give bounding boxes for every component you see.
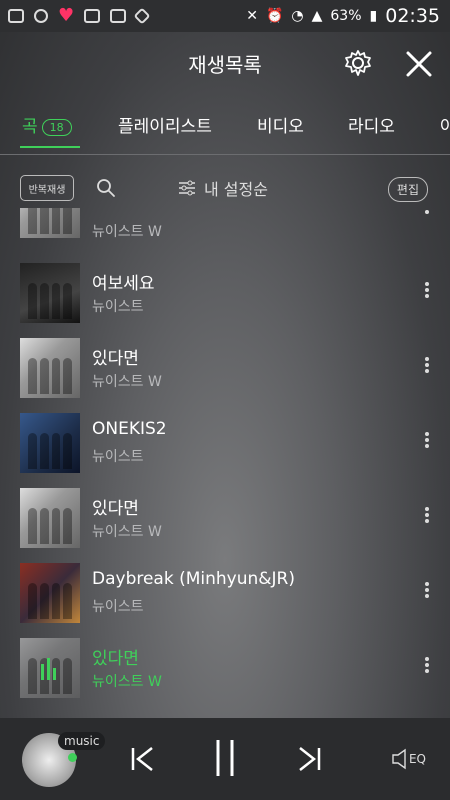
- clock: 02:35: [385, 5, 440, 27]
- app-tag: music: [58, 732, 106, 750]
- song-artist: 뉴이스트: [92, 449, 144, 465]
- song-title: 있다면: [92, 649, 139, 669]
- song-title: 여보세요: [92, 274, 155, 294]
- song-list: 뉴이스트 W 여보세요 뉴이스트 있다면 뉴이스트 W ONEKIS2 뉴이스트…: [0, 208, 450, 718]
- song-artist: 뉴이스트 W: [92, 674, 162, 690]
- speaker-icon: [392, 748, 406, 770]
- album-art: [20, 413, 80, 473]
- signal-icon: ▲: [311, 8, 323, 24]
- next-icon[interactable]: [294, 744, 324, 774]
- eq-label: EQ: [408, 752, 426, 766]
- active-tab-indicator: [20, 146, 80, 148]
- song-row[interactable]: ONEKIS2 뉴이스트: [0, 408, 450, 483]
- battery-text: 63%: [330, 8, 362, 24]
- song-title: 있다면: [92, 499, 139, 519]
- eq-button[interactable]: EQ: [391, 748, 426, 770]
- previous-icon[interactable]: [128, 744, 158, 774]
- chat-icon: [8, 9, 24, 23]
- song-count-badge: 18: [41, 118, 72, 136]
- album-art: [20, 338, 80, 398]
- song-row[interactable]: Daybreak (Minhyun&JR) 뉴이스트: [0, 558, 450, 633]
- tab-radio[interactable]: 라디오: [348, 112, 395, 137]
- song-title: ONEKIS2: [92, 419, 167, 439]
- mute-icon: ✕: [246, 8, 258, 24]
- sort-label: 내 설정순: [204, 180, 268, 199]
- album-art: [20, 563, 80, 623]
- equalizer-icon: [41, 658, 56, 680]
- close-icon[interactable]: [404, 49, 434, 79]
- album-art: [20, 263, 80, 323]
- heart-icon: ♥: [58, 5, 75, 26]
- tab-more[interactable]: 아: [440, 112, 450, 137]
- song-artist: 뉴이스트 W: [92, 524, 162, 540]
- song-row-playing[interactable]: 있다면 뉴이스트 W: [0, 633, 450, 708]
- list-toolbar: 반복재생 내 설정순 편집: [0, 168, 450, 208]
- wifi-icon: ◔: [291, 8, 304, 24]
- playing-indicator: [68, 753, 77, 762]
- image-icon: [110, 9, 127, 23]
- status-bar: ♥ ✕ ⏰ ◔ ▲ 63% ▮ 02:35: [0, 0, 450, 32]
- sort-button[interactable]: 내 설정순: [178, 176, 268, 200]
- more-options-icon[interactable]: [424, 505, 430, 527]
- edit-button[interactable]: 편집: [387, 177, 428, 202]
- tab-videos[interactable]: 비디오: [257, 112, 304, 137]
- mini-player: music EQ: [0, 718, 450, 800]
- song-artist: 뉴이스트: [92, 299, 144, 315]
- battery-icon: ▮: [369, 8, 378, 24]
- more-options-icon[interactable]: [424, 655, 430, 677]
- song-row[interactable]: 뉴이스트 W: [0, 208, 450, 245]
- tab-bar: 곡 18 플레이리스트 비디오 라디오 아: [0, 94, 450, 154]
- search-icon[interactable]: [96, 178, 116, 198]
- song-row[interactable]: 있다면 뉴이스트 W: [0, 333, 450, 408]
- divider: [0, 154, 450, 155]
- gear-icon[interactable]: [344, 49, 372, 77]
- page-title: 재생목록: [188, 52, 262, 77]
- more-options-icon[interactable]: [424, 580, 430, 602]
- song-artist: 뉴이스트 W: [92, 374, 162, 390]
- tag-icon: [133, 7, 151, 25]
- sort-icon: [179, 180, 195, 196]
- album-art: [20, 638, 80, 698]
- tab-songs[interactable]: 곡 18: [22, 112, 72, 137]
- album-art: [20, 208, 80, 238]
- alarm-icon: ⏰: [265, 8, 284, 24]
- song-row[interactable]: 여보세요 뉴이스트: [0, 258, 450, 333]
- more-options-icon[interactable]: [424, 208, 430, 218]
- album-art: [20, 488, 80, 548]
- song-row[interactable]: 있다면 뉴이스트 W: [0, 483, 450, 558]
- song-artist: 뉴이스트: [92, 599, 144, 615]
- header: 재생목록: [0, 32, 450, 94]
- more-options-icon[interactable]: [424, 430, 430, 452]
- notification-icon: [84, 9, 101, 23]
- song-title: Daybreak (Minhyun&JR): [92, 569, 295, 589]
- music-app-icon: [34, 9, 48, 23]
- song-artist: 뉴이스트 W: [92, 224, 162, 240]
- tab-songs-label: 곡: [22, 117, 38, 137]
- pause-icon[interactable]: [212, 738, 238, 778]
- repeat-button[interactable]: 반복재생: [20, 175, 74, 201]
- song-title: 있다면: [92, 349, 139, 369]
- tab-playlists[interactable]: 플레이리스트: [118, 112, 212, 137]
- more-options-icon[interactable]: [424, 280, 430, 302]
- more-options-icon[interactable]: [424, 355, 430, 377]
